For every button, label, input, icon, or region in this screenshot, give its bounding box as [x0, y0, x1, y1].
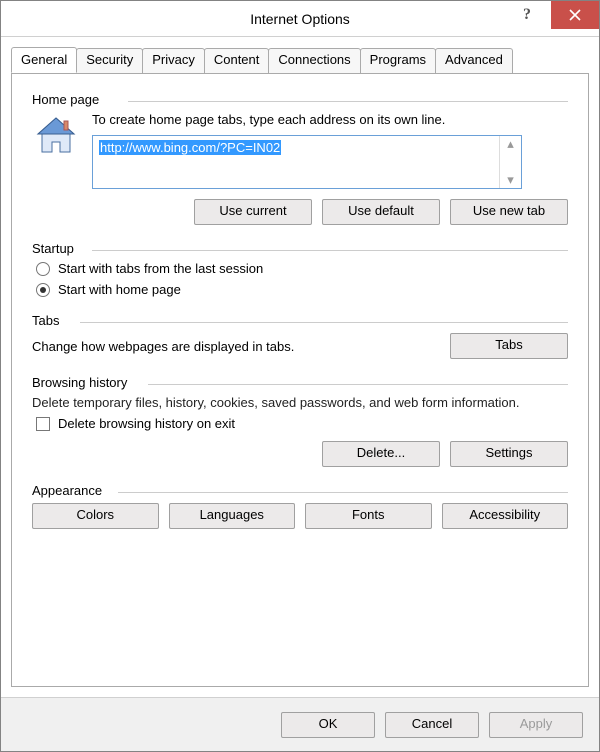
dialog-footer: OK Cancel Apply	[1, 697, 599, 751]
divider	[80, 322, 568, 323]
tab-content[interactable]: Content	[204, 48, 270, 74]
accessibility-button[interactable]: Accessibility	[442, 503, 569, 529]
tabs-button[interactable]: Tabs	[450, 333, 568, 359]
tab-privacy[interactable]: Privacy	[142, 48, 205, 74]
internet-options-dialog: Internet Options ? General Security Priv…	[0, 0, 600, 752]
title-controls: ?	[503, 1, 599, 29]
tab-panel-general: Home page To create home page tabs, type…	[11, 73, 589, 687]
delete-on-exit-checkbox[interactable]: Delete browsing history on exit	[36, 416, 568, 431]
radio-label: Start with tabs from the last session	[58, 261, 263, 276]
group-label-appearance: Appearance	[32, 483, 568, 498]
checkbox-label: Delete browsing history on exit	[58, 416, 235, 431]
group-homepage: Home page To create home page tabs, type…	[32, 92, 568, 225]
help-button[interactable]: ?	[503, 1, 551, 29]
divider	[92, 250, 568, 251]
tab-security[interactable]: Security	[76, 48, 143, 74]
scroll-up-icon: ▴	[507, 136, 514, 152]
tab-programs[interactable]: Programs	[360, 48, 436, 74]
radio-icon	[36, 283, 50, 297]
history-desc: Delete temporary files, history, cookies…	[32, 395, 568, 410]
homepage-instruction: To create home page tabs, type each addr…	[92, 112, 568, 127]
divider	[118, 492, 568, 493]
delete-button[interactable]: Delete...	[322, 441, 440, 467]
group-label-tabs: Tabs	[32, 313, 568, 328]
radio-home-page[interactable]: Start with home page	[36, 282, 568, 297]
homepage-url-input[interactable]: http://www.bing.com/?PC=IN02 ▴ ▾	[92, 135, 522, 189]
use-new-tab-button[interactable]: Use new tab	[450, 199, 568, 225]
dialog-body: General Security Privacy Content Connect…	[1, 37, 599, 697]
textarea-scrollbar[interactable]: ▴ ▾	[499, 136, 521, 188]
divider	[148, 384, 568, 385]
group-tabs: Tabs Change how webpages are displayed i…	[32, 313, 568, 359]
checkbox-icon	[36, 417, 50, 431]
use-default-button[interactable]: Use default	[322, 199, 440, 225]
home-icon	[32, 112, 80, 160]
tab-general[interactable]: General	[11, 47, 77, 73]
languages-button[interactable]: Languages	[169, 503, 296, 529]
group-label-history: Browsing history	[32, 375, 568, 390]
tab-connections[interactable]: Connections	[268, 48, 360, 74]
tab-strip: General Security Privacy Content Connect…	[11, 47, 589, 73]
close-icon	[569, 9, 581, 21]
window-title: Internet Options	[250, 11, 350, 27]
group-label-homepage: Home page	[32, 92, 568, 107]
colors-button[interactable]: Colors	[32, 503, 159, 529]
cancel-button[interactable]: Cancel	[385, 712, 479, 738]
radio-label: Start with home page	[58, 282, 181, 297]
tabs-desc: Change how webpages are displayed in tab…	[32, 339, 436, 354]
titlebar: Internet Options ?	[1, 1, 599, 37]
group-appearance: Appearance Colors Languages Fonts Access…	[32, 483, 568, 529]
apply-button[interactable]: Apply	[489, 712, 583, 738]
group-label-startup: Startup	[32, 241, 568, 256]
radio-icon	[36, 262, 50, 276]
tab-advanced[interactable]: Advanced	[435, 48, 513, 74]
close-button[interactable]	[551, 1, 599, 29]
scroll-down-icon: ▾	[507, 172, 514, 188]
group-startup: Startup Start with tabs from the last se…	[32, 241, 568, 297]
settings-button[interactable]: Settings	[450, 441, 568, 467]
use-current-button[interactable]: Use current	[194, 199, 312, 225]
homepage-url-value: http://www.bing.com/?PC=IN02	[99, 140, 281, 155]
ok-button[interactable]: OK	[281, 712, 375, 738]
radio-last-session[interactable]: Start with tabs from the last session	[36, 261, 568, 276]
group-history: Browsing history Delete temporary files,…	[32, 375, 568, 467]
fonts-button[interactable]: Fonts	[305, 503, 432, 529]
divider	[128, 101, 568, 102]
